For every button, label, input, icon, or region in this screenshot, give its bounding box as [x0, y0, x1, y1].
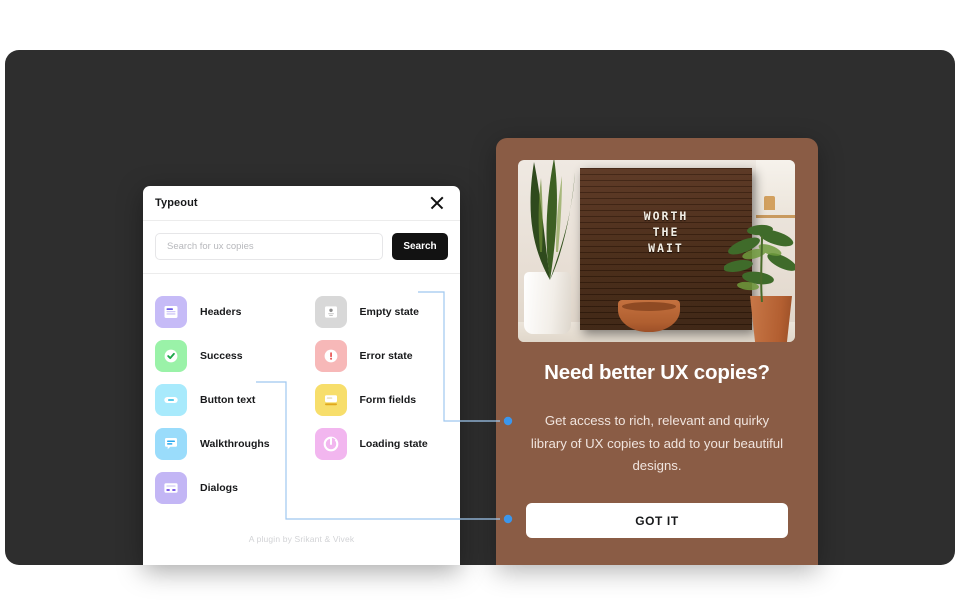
loading-state-icon — [314, 428, 347, 460]
walkthroughs-icon — [155, 428, 187, 460]
category-item-headers[interactable]: Headers — [155, 290, 302, 334]
category-label: Dialogs — [200, 482, 238, 494]
panel-title: Typeout — [155, 197, 198, 209]
category-column-left: Headers Success Button text Walkthroughs… — [143, 290, 302, 510]
category-label: Success — [200, 350, 243, 362]
promo-image: WORTH THE WAIT — [518, 160, 795, 342]
promo-title: Need better UX copies? — [544, 361, 770, 384]
category-column-right: Empty state Error state Form fields Load… — [302, 290, 461, 510]
category-label: Loading state — [359, 438, 428, 450]
category-item-loading-state[interactable]: Loading state — [314, 422, 461, 466]
promo-card: WORTH THE WAIT Need better UX copies? Ge… — [496, 138, 818, 565]
category-item-form-fields[interactable]: Form fields — [314, 378, 461, 422]
photo-shelf-object — [764, 196, 775, 210]
category-label: Form fields — [359, 394, 417, 406]
category-item-empty-state[interactable]: Empty state — [314, 290, 461, 334]
category-label: Walkthroughs — [200, 438, 270, 450]
got-it-button[interactable]: GOT IT — [526, 503, 788, 538]
category-item-error-state[interactable]: Error state — [314, 334, 461, 378]
panel-header: Typeout — [143, 186, 460, 221]
search-row: Search — [143, 221, 460, 274]
search-button[interactable]: Search — [392, 233, 448, 260]
category-item-walkthroughs[interactable]: Walkthroughs — [155, 422, 302, 466]
error-state-icon — [314, 340, 347, 372]
empty-state-icon — [314, 296, 347, 328]
category-item-button-text[interactable]: Button text — [155, 378, 302, 422]
photo-snake-plant — [530, 160, 575, 280]
category-label: Empty state — [359, 306, 420, 318]
headers-icon — [155, 296, 187, 328]
photo-green-plant — [724, 224, 795, 302]
photo-terracotta-pot — [750, 296, 792, 342]
typeout-plugin-panel: Typeout Search Headers — [143, 186, 460, 565]
category-item-success[interactable]: Success — [155, 334, 302, 378]
category-grid: Headers Success Button text Walkthroughs… — [143, 274, 460, 510]
form-fields-icon — [314, 384, 347, 416]
plugin-footer-credit: A plugin by Srikant & Vivek — [248, 534, 355, 544]
close-icon[interactable] — [428, 194, 446, 212]
success-icon — [155, 340, 187, 372]
category-label: Button text — [200, 394, 256, 406]
photo-shelf-niche — [756, 160, 795, 218]
search-input[interactable] — [155, 233, 383, 260]
button-text-icon — [155, 384, 187, 416]
screenshot-stage: Typeout Search Headers — [0, 0, 960, 615]
promo-body: Get access to rich, relevant and quirky … — [530, 413, 784, 473]
dialogs-icon — [155, 472, 187, 504]
category-item-dialogs[interactable]: Dialogs — [155, 466, 302, 510]
category-label: Headers — [200, 306, 242, 318]
category-label: Error state — [359, 350, 413, 362]
